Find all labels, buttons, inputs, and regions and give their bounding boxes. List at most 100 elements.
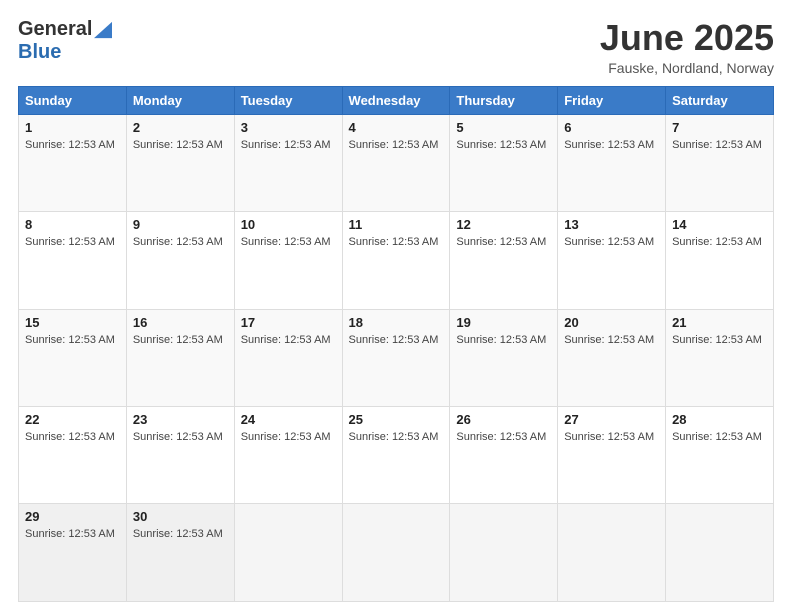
day-number: 11 xyxy=(349,217,444,232)
day-number: 13 xyxy=(564,217,659,232)
month-title: June 2025 xyxy=(600,18,774,58)
sunrise-time: Sunrise: 12:53 AM xyxy=(241,334,331,346)
day-number: 23 xyxy=(133,412,228,427)
logo-blue-text: Blue xyxy=(18,41,61,63)
calendar-cell: 20 Sunrise: 12:53 AM xyxy=(558,309,666,406)
header-sunday: Sunday xyxy=(19,86,127,114)
day-number: 7 xyxy=(672,120,767,135)
calendar-cell: 16 Sunrise: 12:53 AM xyxy=(126,309,234,406)
page: General Blue June 2025 Fauske, Nordland,… xyxy=(0,0,792,612)
logo-icon xyxy=(94,21,112,39)
header: General Blue June 2025 Fauske, Nordland,… xyxy=(18,18,774,76)
sunrise-time: Sunrise: 12:53 AM xyxy=(672,236,762,248)
week-row-3: 15Sunrise: 12:53 AM16Sunrise: 12:53 AM17… xyxy=(19,309,774,406)
sunrise-time: Sunrise: 12:53 AM xyxy=(564,139,654,151)
header-tuesday: Tuesday xyxy=(234,86,342,114)
calendar-cell: 29Sunrise: 12:53 AM xyxy=(19,504,127,602)
sunrise-time: Sunrise: 12:53 AM xyxy=(456,236,546,248)
sunrise-time: Sunrise: 12:53 AM xyxy=(25,334,115,346)
day-number: 14 xyxy=(672,217,767,232)
day-number: 15 xyxy=(25,315,120,330)
header-wednesday: Wednesday xyxy=(342,86,450,114)
calendar-cell xyxy=(342,504,450,602)
calendar-header: Sunday Monday Tuesday Wednesday Thursday… xyxy=(19,86,774,114)
sunrise-time: Sunrise: 12:53 AM xyxy=(25,236,115,248)
sunrise-time: Sunrise: 12:53 AM xyxy=(25,528,115,540)
sunrise-time: Sunrise: 12:53 AM xyxy=(241,431,331,443)
calendar-cell: 26Sunrise: 12:53 AM xyxy=(450,407,558,504)
sunrise-time: Sunrise: 12:53 AM xyxy=(456,139,546,151)
day-number: 30 xyxy=(133,509,228,524)
sunrise-time: Sunrise: 12:53 AM xyxy=(564,334,654,346)
calendar-cell: 8 Sunrise: 12:53 AM xyxy=(19,212,127,309)
sunrise-time: Sunrise: 12:53 AM xyxy=(672,431,762,443)
day-number: 10 xyxy=(241,217,336,232)
week-row-4: 22Sunrise: 12:53 AM23Sunrise: 12:53 AM24… xyxy=(19,407,774,504)
sunrise-time: Sunrise: 12:53 AM xyxy=(133,334,223,346)
day-number: 17 xyxy=(241,315,336,330)
calendar-cell: 11 Sunrise: 12:53 AM xyxy=(342,212,450,309)
header-monday: Monday xyxy=(126,86,234,114)
header-saturday: Saturday xyxy=(666,86,774,114)
calendar-cell: 2Sunrise: 12:53 AM xyxy=(126,114,234,211)
calendar-cell: 15 Sunrise: 12:53 AM xyxy=(19,309,127,406)
calendar-cell: 18Sunrise: 12:53 AM xyxy=(342,309,450,406)
day-number: 4 xyxy=(349,120,444,135)
sunrise-time: Sunrise: 12:53 AM xyxy=(241,139,331,151)
sunrise-time: Sunrise: 12:53 AM xyxy=(672,139,762,151)
calendar-cell xyxy=(666,504,774,602)
calendar-cell: 4Sunrise: 12:53 AM xyxy=(342,114,450,211)
sunrise-time: Sunrise: 12:53 AM xyxy=(133,431,223,443)
calendar-cell: 7 Sunrise: 12:53 AM xyxy=(666,114,774,211)
sunrise-time: Sunrise: 12:53 AM xyxy=(133,139,223,151)
day-number: 1 xyxy=(25,120,120,135)
sunrise-time: Sunrise: 12:53 AM xyxy=(564,236,654,248)
title-area: June 2025 Fauske, Nordland, Norway xyxy=(600,18,774,76)
day-number: 9 xyxy=(133,217,228,232)
calendar-cell: 21 Sunrise: 12:53 AM xyxy=(666,309,774,406)
sunrise-time: Sunrise: 12:53 AM xyxy=(456,334,546,346)
sunrise-time: Sunrise: 12:53 AM xyxy=(564,431,654,443)
day-number: 21 xyxy=(672,315,767,330)
sunrise-time: Sunrise: 12:53 AM xyxy=(456,431,546,443)
sunrise-time: Sunrise: 12:53 AM xyxy=(672,334,762,346)
calendar-cell: 1 Sunrise: 12:53 AM xyxy=(19,114,127,211)
day-number: 3 xyxy=(241,120,336,135)
calendar-cell: 28Sunrise: 12:53 AM xyxy=(666,407,774,504)
week-row-5: 29Sunrise: 12:53 AM 30 Sunrise: 12:53 AM xyxy=(19,504,774,602)
calendar-cell: 12 Sunrise: 12:53 AM xyxy=(450,212,558,309)
calendar-cell: 27 Sunrise: 12:53 AM xyxy=(558,407,666,504)
calendar-cell: 23 Sunrise: 12:53 AM xyxy=(126,407,234,504)
calendar-cell: 13 Sunrise: 12:53 AM xyxy=(558,212,666,309)
day-number: 16 xyxy=(133,315,228,330)
day-number: 5 xyxy=(456,120,551,135)
sunrise-time: Sunrise: 12:53 AM xyxy=(25,431,115,443)
day-number: 19 xyxy=(456,315,551,330)
day-number: 6 xyxy=(564,120,659,135)
sunrise-time: Sunrise: 12:53 AM xyxy=(349,236,439,248)
sunrise-time: Sunrise: 12:53 AM xyxy=(349,334,439,346)
calendar-cell: 3 Sunrise: 12:53 AM xyxy=(234,114,342,211)
calendar-cell: 17 Sunrise: 12:53 AM xyxy=(234,309,342,406)
sunrise-time: Sunrise: 12:53 AM xyxy=(133,528,223,540)
calendar-cell: 14 Sunrise: 12:53 AM xyxy=(666,212,774,309)
day-number: 12 xyxy=(456,217,551,232)
day-number: 25 xyxy=(349,412,444,427)
logo: General Blue xyxy=(18,18,112,64)
day-number: 27 xyxy=(564,412,659,427)
day-number: 20 xyxy=(564,315,659,330)
calendar-cell: 5 Sunrise: 12:53 AM xyxy=(450,114,558,211)
calendar-cell: 6 Sunrise: 12:53 AM xyxy=(558,114,666,211)
calendar-cell: 22Sunrise: 12:53 AM xyxy=(19,407,127,504)
header-friday: Friday xyxy=(558,86,666,114)
calendar-cell: 24 Sunrise: 12:53 AM xyxy=(234,407,342,504)
week-row-2: 8 Sunrise: 12:53 AM 9 Sunrise: 12:53 AM 10 Su… xyxy=(19,212,774,309)
header-thursday: Thursday xyxy=(450,86,558,114)
sunrise-time: Sunrise: 12:53 AM xyxy=(349,431,439,443)
calendar-body: 1Sunrise: 12:53 AM2Sunrise: 12:53 AM3Sun… xyxy=(19,114,774,601)
day-number: 24 xyxy=(241,412,336,427)
day-number: 8 xyxy=(25,217,120,232)
calendar-cell: 30 Sunrise: 12:53 AM xyxy=(126,504,234,602)
weekday-header-row: Sunday Monday Tuesday Wednesday Thursday… xyxy=(19,86,774,114)
sunrise-time: Sunrise: 12:53 AM xyxy=(25,139,115,151)
